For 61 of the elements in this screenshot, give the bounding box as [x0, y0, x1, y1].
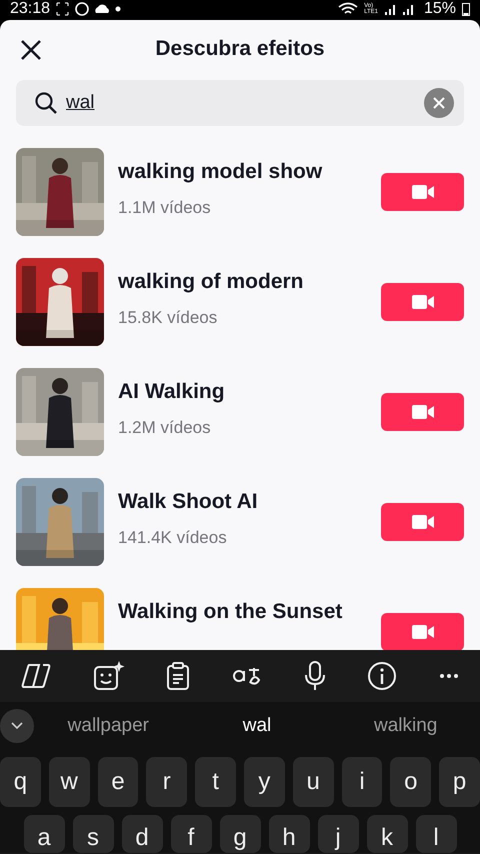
effect-name: AI Walking	[118, 380, 226, 404]
keyboard-key[interactable]: t	[195, 757, 236, 807]
keyboard-key[interactable]: j	[318, 815, 358, 853]
keyboard-key[interactable]: a	[24, 815, 64, 853]
effect-name: walking model show	[118, 160, 324, 184]
sticker-icon[interactable]	[92, 661, 125, 691]
keyboard-key[interactable]: f	[170, 815, 212, 853]
video-camera-icon	[412, 185, 434, 199]
record-button[interactable]	[381, 283, 464, 321]
battery-percent: 15%	[424, 0, 456, 18]
effect-name: Walking on the Sunset	[118, 600, 344, 624]
keyboard-key[interactable]: p	[439, 757, 480, 807]
chevron-down-icon	[11, 722, 23, 730]
status-time: 23:18	[10, 0, 50, 18]
suggestion[interactable]: walking	[331, 714, 480, 738]
keyboard-key[interactable]: y	[244, 757, 285, 807]
keyboard-key[interactable]: r	[146, 757, 188, 807]
clear-button[interactable]	[424, 88, 454, 118]
video-count: 141.4K vídeos	[118, 528, 228, 548]
search-icon	[34, 91, 58, 115]
close-icon	[432, 96, 446, 110]
video-camera-icon	[412, 515, 434, 529]
keyboard-key[interactable]: q	[0, 757, 41, 807]
wifi-icon	[338, 2, 358, 16]
keyboard-key[interactable]: k	[366, 815, 408, 853]
sheet-title: Descubra efeitos	[155, 37, 325, 61]
video-count: 1.1M vídeos	[118, 198, 212, 218]
keyboard-key[interactable]: w	[48, 757, 90, 807]
keyboard-key[interactable]: d	[122, 815, 162, 853]
video-count: 1.2M vídeos	[118, 418, 212, 438]
video-count: 15.8K vídeos	[118, 308, 218, 328]
effect-name: Walk Shoot AI	[118, 490, 259, 514]
screenshot-icon	[56, 2, 70, 16]
search-input[interactable]: wal	[66, 92, 416, 114]
video-camera-icon	[412, 405, 434, 419]
suggestion[interactable]: wal	[182, 714, 332, 738]
keyboard-key[interactable]: h	[268, 815, 310, 853]
keyboard-key[interactable]: i	[342, 757, 382, 807]
dot-icon	[115, 6, 122, 12]
search-field[interactable]: wal	[16, 80, 464, 126]
keyboard-key[interactable]: g	[220, 815, 260, 853]
record-button[interactable]	[381, 393, 464, 431]
video-camera-icon	[412, 625, 434, 639]
keyboard-key[interactable]: s	[72, 815, 114, 853]
keyboard-key[interactable]: l	[416, 815, 456, 853]
collapse-button[interactable]	[0, 709, 34, 743]
suggestion[interactable]: wallpaper	[34, 714, 183, 738]
info-icon[interactable]	[367, 661, 398, 691]
battery-icon	[462, 2, 470, 16]
keyboard-key[interactable]: o	[390, 757, 432, 807]
keyboard-key[interactable]: u	[292, 757, 334, 807]
clipboard-icon[interactable]	[166, 662, 190, 690]
more-icon[interactable]	[439, 673, 460, 679]
record-button[interactable]	[381, 613, 464, 650]
cloud-icon	[95, 4, 110, 14]
keyboard-key[interactable]: e	[98, 757, 138, 807]
record-button[interactable]	[381, 503, 464, 541]
video-camera-icon	[412, 295, 434, 309]
microphone-icon[interactable]	[304, 661, 326, 691]
record-button[interactable]	[381, 173, 464, 211]
effect-name: walking of modern	[118, 270, 305, 294]
